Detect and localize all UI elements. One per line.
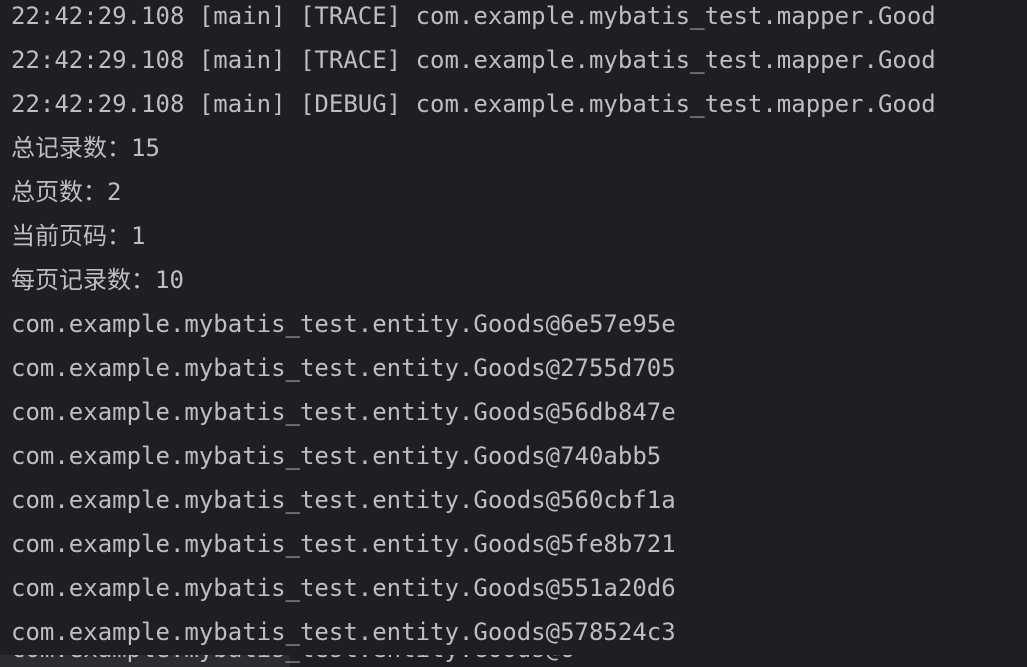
goods-entry-line: com.example.mybatis_test.entity.Goods@74… (11, 442, 662, 470)
goods-entry-line: com.example.mybatis_test.entity.Goods@55… (11, 574, 676, 602)
console-output[interactable]: 22:42:29.108 [main] [TRACE] com.example.… (0, 0, 1027, 667)
partial-goods-line: com.example.mybatis_test.entity.Goods@6 (11, 655, 575, 667)
log-line-trace-1: 22:42:29.108 [main] [TRACE] com.example.… (11, 2, 936, 30)
log-line-trace-2: 22:42:29.108 [main] [TRACE] com.example.… (11, 46, 936, 74)
console-lines: 22:42:29.108 [main] [TRACE] com.example.… (11, 0, 1027, 654)
goods-entry-line: com.example.mybatis_test.entity.Goods@27… (11, 354, 676, 382)
goods-entry-line: com.example.mybatis_test.entity.Goods@6e… (11, 310, 676, 338)
goods-entry-line: com.example.mybatis_test.entity.Goods@56… (11, 398, 676, 426)
goods-entry-line: com.example.mybatis_test.entity.Goods@57… (11, 618, 676, 646)
goods-entry-line: com.example.mybatis_test.entity.Goods@56… (11, 486, 676, 514)
cut-off-line: com.example.mybatis_test.entity.Goods@6 (0, 655, 1027, 667)
total-pages-line: 总页数：2 (11, 178, 122, 206)
total-records-line: 总记录数：15 (11, 134, 160, 162)
goods-entry-line: com.example.mybatis_test.entity.Goods@5f… (11, 530, 676, 558)
page-size-line: 每页记录数：10 (11, 266, 184, 294)
log-line-debug: 22:42:29.108 [main] [DEBUG] com.example.… (11, 90, 936, 118)
current-page-line: 当前页码：1 (11, 222, 146, 250)
